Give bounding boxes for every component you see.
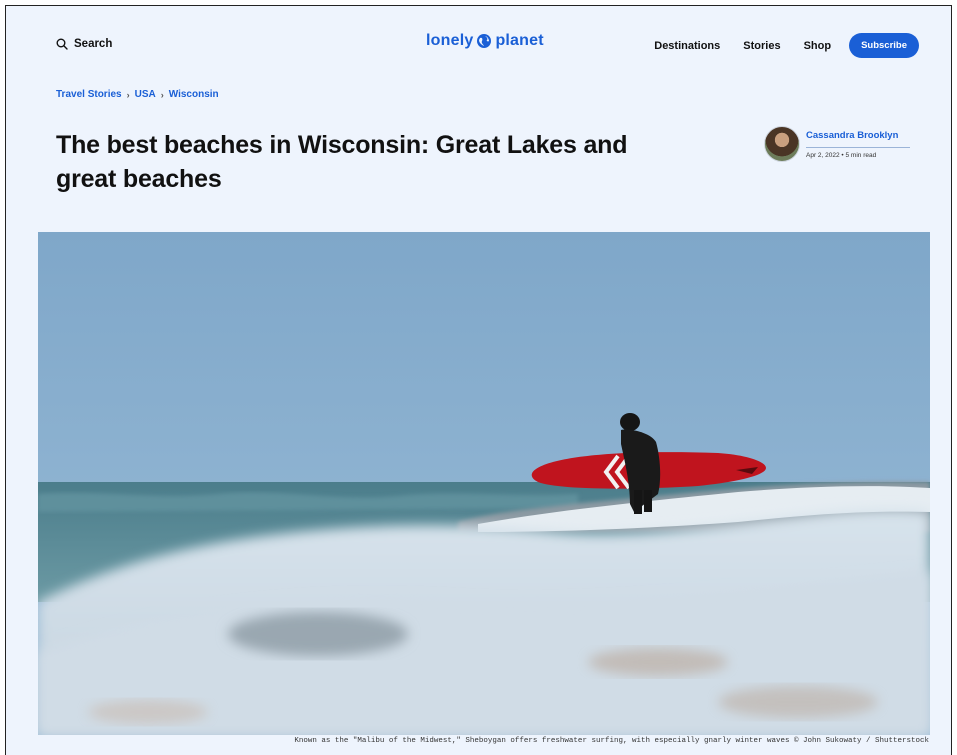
main-nav: Destinations Stories Shop Subscribe (654, 33, 919, 58)
breadcrumb: Travel Stories › USA › Wisconsin (56, 89, 219, 100)
breadcrumb-separator: › (126, 89, 130, 100)
author-name[interactable]: Cassandra Brooklyn (806, 130, 898, 141)
author-block: Cassandra Brooklyn Apr 2, 2022 • 5 min r… (764, 126, 914, 166)
search-button[interactable]: Search (56, 38, 112, 50)
logo-text-right: planet (495, 32, 544, 49)
nav-destinations[interactable]: Destinations (654, 40, 720, 52)
breadcrumb-wisconsin[interactable]: Wisconsin (169, 89, 219, 100)
author-avatar[interactable] (764, 126, 800, 162)
author-divider (806, 147, 910, 148)
page-frame: Search lonely planet Destinations Storie… (5, 5, 952, 755)
site-logo[interactable]: lonely planet (426, 32, 544, 50)
search-label: Search (74, 38, 113, 50)
breadcrumb-travel-stories[interactable]: Travel Stories (56, 89, 122, 100)
globe-icon (476, 33, 492, 49)
nav-stories[interactable]: Stories (743, 40, 780, 52)
subscribe-button[interactable]: Subscribe (849, 33, 919, 58)
article-title: The best beaches in Wisconsin: Great Lak… (56, 131, 628, 193)
hero-caption: Known as the "Malibu of the Midwest," Sh… (294, 737, 929, 745)
hero-image (38, 232, 930, 735)
logo-text-left: lonely (426, 32, 474, 49)
breadcrumb-separator: › (160, 89, 164, 100)
search-icon (56, 38, 68, 50)
nav-shop[interactable]: Shop (804, 40, 832, 52)
site-header: Search lonely planet Destinations Storie… (6, 6, 951, 78)
breadcrumb-usa[interactable]: USA (135, 89, 156, 100)
article-meta: Apr 2, 2022 • 5 min read (806, 152, 877, 159)
